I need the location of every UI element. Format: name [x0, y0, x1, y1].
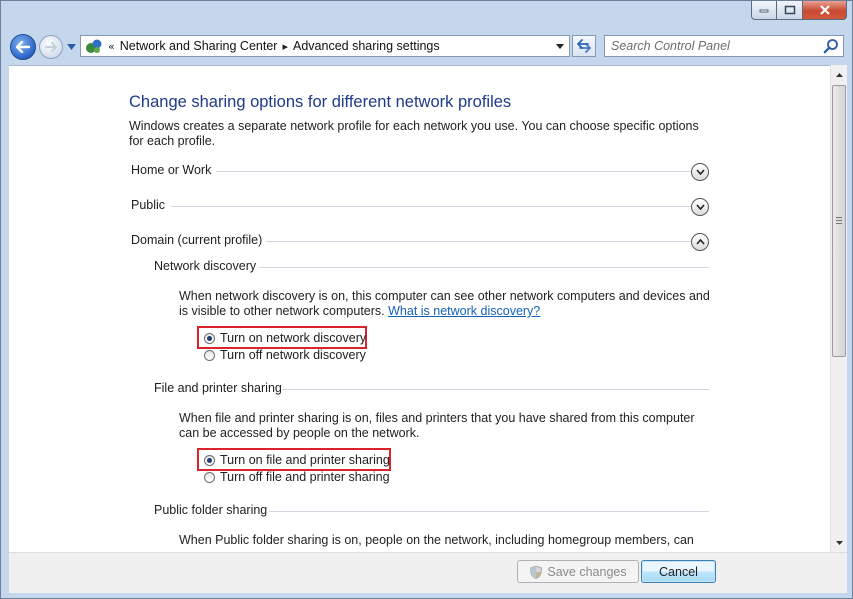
navigation-bar: « Network and Sharing Center ▸ Advanced …	[1, 29, 852, 65]
breadcrumb-separator[interactable]: ▸	[282, 40, 288, 53]
content-pane: Change sharing options for different net…	[9, 65, 830, 553]
radio-label: Turn off network discovery	[220, 348, 366, 362]
button-label: Cancel	[659, 564, 698, 579]
file-printer-sharing-description: When file and printer sharing is on, fil…	[179, 411, 695, 440]
scroll-down-button[interactable]	[831, 534, 847, 551]
address-dropdown-button[interactable]	[551, 36, 569, 56]
forward-button[interactable]	[39, 35, 63, 59]
uac-shield-icon	[530, 565, 543, 579]
section-heading: Network discovery	[154, 259, 263, 273]
intro-text: Windows creates a separate network profi…	[129, 119, 699, 148]
profile-public[interactable]: Public	[131, 197, 711, 217]
radio-turn-on-file-printer-sharing[interactable]: Turn on file and printer sharing	[204, 452, 390, 468]
chevron-down-icon	[695, 169, 705, 175]
divider-line	[216, 171, 691, 172]
breadcrumb-network-sharing-center[interactable]: Network and Sharing Center	[120, 39, 278, 53]
radio-turn-off-network-discovery[interactable]: Turn off network discovery	[204, 347, 366, 363]
control-panel-window: « Network and Sharing Center ▸ Advanced …	[0, 0, 853, 599]
search-box[interactable]	[604, 35, 844, 57]
profile-home-or-work[interactable]: Home or Work	[131, 162, 711, 182]
network-discovery-header: Network discovery	[154, 258, 709, 278]
radio-turn-on-network-discovery[interactable]: Turn on network discovery	[204, 330, 366, 346]
chevron-down-icon	[556, 43, 564, 49]
save-changes-button[interactable]: Save changes	[517, 560, 639, 583]
profile-label: Domain (current profile)	[131, 233, 269, 247]
breadcrumb-advanced-sharing-settings[interactable]: Advanced sharing settings	[293, 39, 440, 53]
breadcrumb-overflow[interactable]: «	[108, 40, 115, 53]
profile-label: Home or Work	[131, 163, 218, 177]
cancel-button[interactable]: Cancel	[641, 560, 716, 583]
close-icon	[819, 5, 830, 15]
caption-buttons	[751, 1, 847, 20]
divider-line	[171, 206, 691, 207]
section-heading: File and printer sharing	[154, 381, 288, 395]
radio-button[interactable]	[204, 471, 215, 483]
arrow-right-icon	[45, 42, 57, 52]
chevron-up-icon	[695, 239, 705, 245]
back-button[interactable]	[10, 34, 36, 60]
refresh-icon	[577, 39, 591, 53]
chevron-down-icon	[66, 44, 76, 50]
search-icon[interactable]	[823, 38, 839, 54]
public-folder-sharing-header: Public folder sharing	[154, 502, 709, 522]
section-heading: Public folder sharing	[154, 503, 274, 517]
button-label: Save changes	[547, 564, 627, 579]
refresh-button[interactable]	[572, 35, 596, 57]
vertical-scrollbar[interactable]	[830, 65, 847, 552]
minimize-button[interactable]	[751, 1, 777, 20]
expand-button[interactable]	[691, 198, 709, 216]
grip-icon	[836, 217, 842, 218]
button-bar: Save changes Cancel	[9, 552, 847, 593]
profile-domain[interactable]: Domain (current profile)	[131, 232, 711, 252]
chevron-down-icon	[835, 540, 843, 545]
radio-button[interactable]	[204, 332, 215, 344]
divider-line	[282, 389, 709, 390]
expand-button[interactable]	[691, 163, 709, 181]
chevron-down-icon	[695, 204, 705, 210]
control-panel-icon	[86, 39, 102, 53]
public-folder-sharing-description: When Public folder sharing is on, people…	[179, 533, 694, 547]
close-button[interactable]	[803, 1, 847, 20]
what-is-network-discovery-link[interactable]: What is network discovery?	[388, 304, 540, 318]
maximize-icon	[784, 5, 795, 15]
radio-label: Turn on file and printer sharing	[220, 453, 390, 467]
recent-pages-button[interactable]	[66, 43, 76, 51]
arrow-left-icon	[16, 41, 30, 53]
file-printer-sharing-header: File and printer sharing	[154, 380, 709, 400]
scroll-up-button[interactable]	[831, 66, 847, 83]
address-bar[interactable]: « Network and Sharing Center ▸ Advanced …	[80, 35, 570, 57]
radio-button[interactable]	[204, 349, 215, 361]
chevron-up-icon	[835, 72, 843, 77]
divider-line	[269, 511, 709, 512]
radio-label: Turn on network discovery	[220, 331, 367, 345]
minimize-icon	[759, 9, 769, 13]
radio-label: Turn off file and printer sharing	[220, 470, 390, 484]
collapse-button[interactable]	[691, 233, 709, 251]
radio-turn-off-file-printer-sharing[interactable]: Turn off file and printer sharing	[204, 469, 390, 485]
page-title: Change sharing options for different net…	[129, 93, 512, 111]
radio-button[interactable]	[204, 454, 215, 466]
network-discovery-description: When network discovery is on, this compu…	[179, 289, 714, 319]
search-input[interactable]	[605, 36, 832, 56]
maximize-button[interactable]	[777, 1, 803, 20]
scroll-thumb[interactable]	[832, 85, 846, 357]
divider-line	[259, 267, 709, 268]
divider-line	[266, 241, 691, 242]
profile-label: Public	[131, 198, 172, 212]
